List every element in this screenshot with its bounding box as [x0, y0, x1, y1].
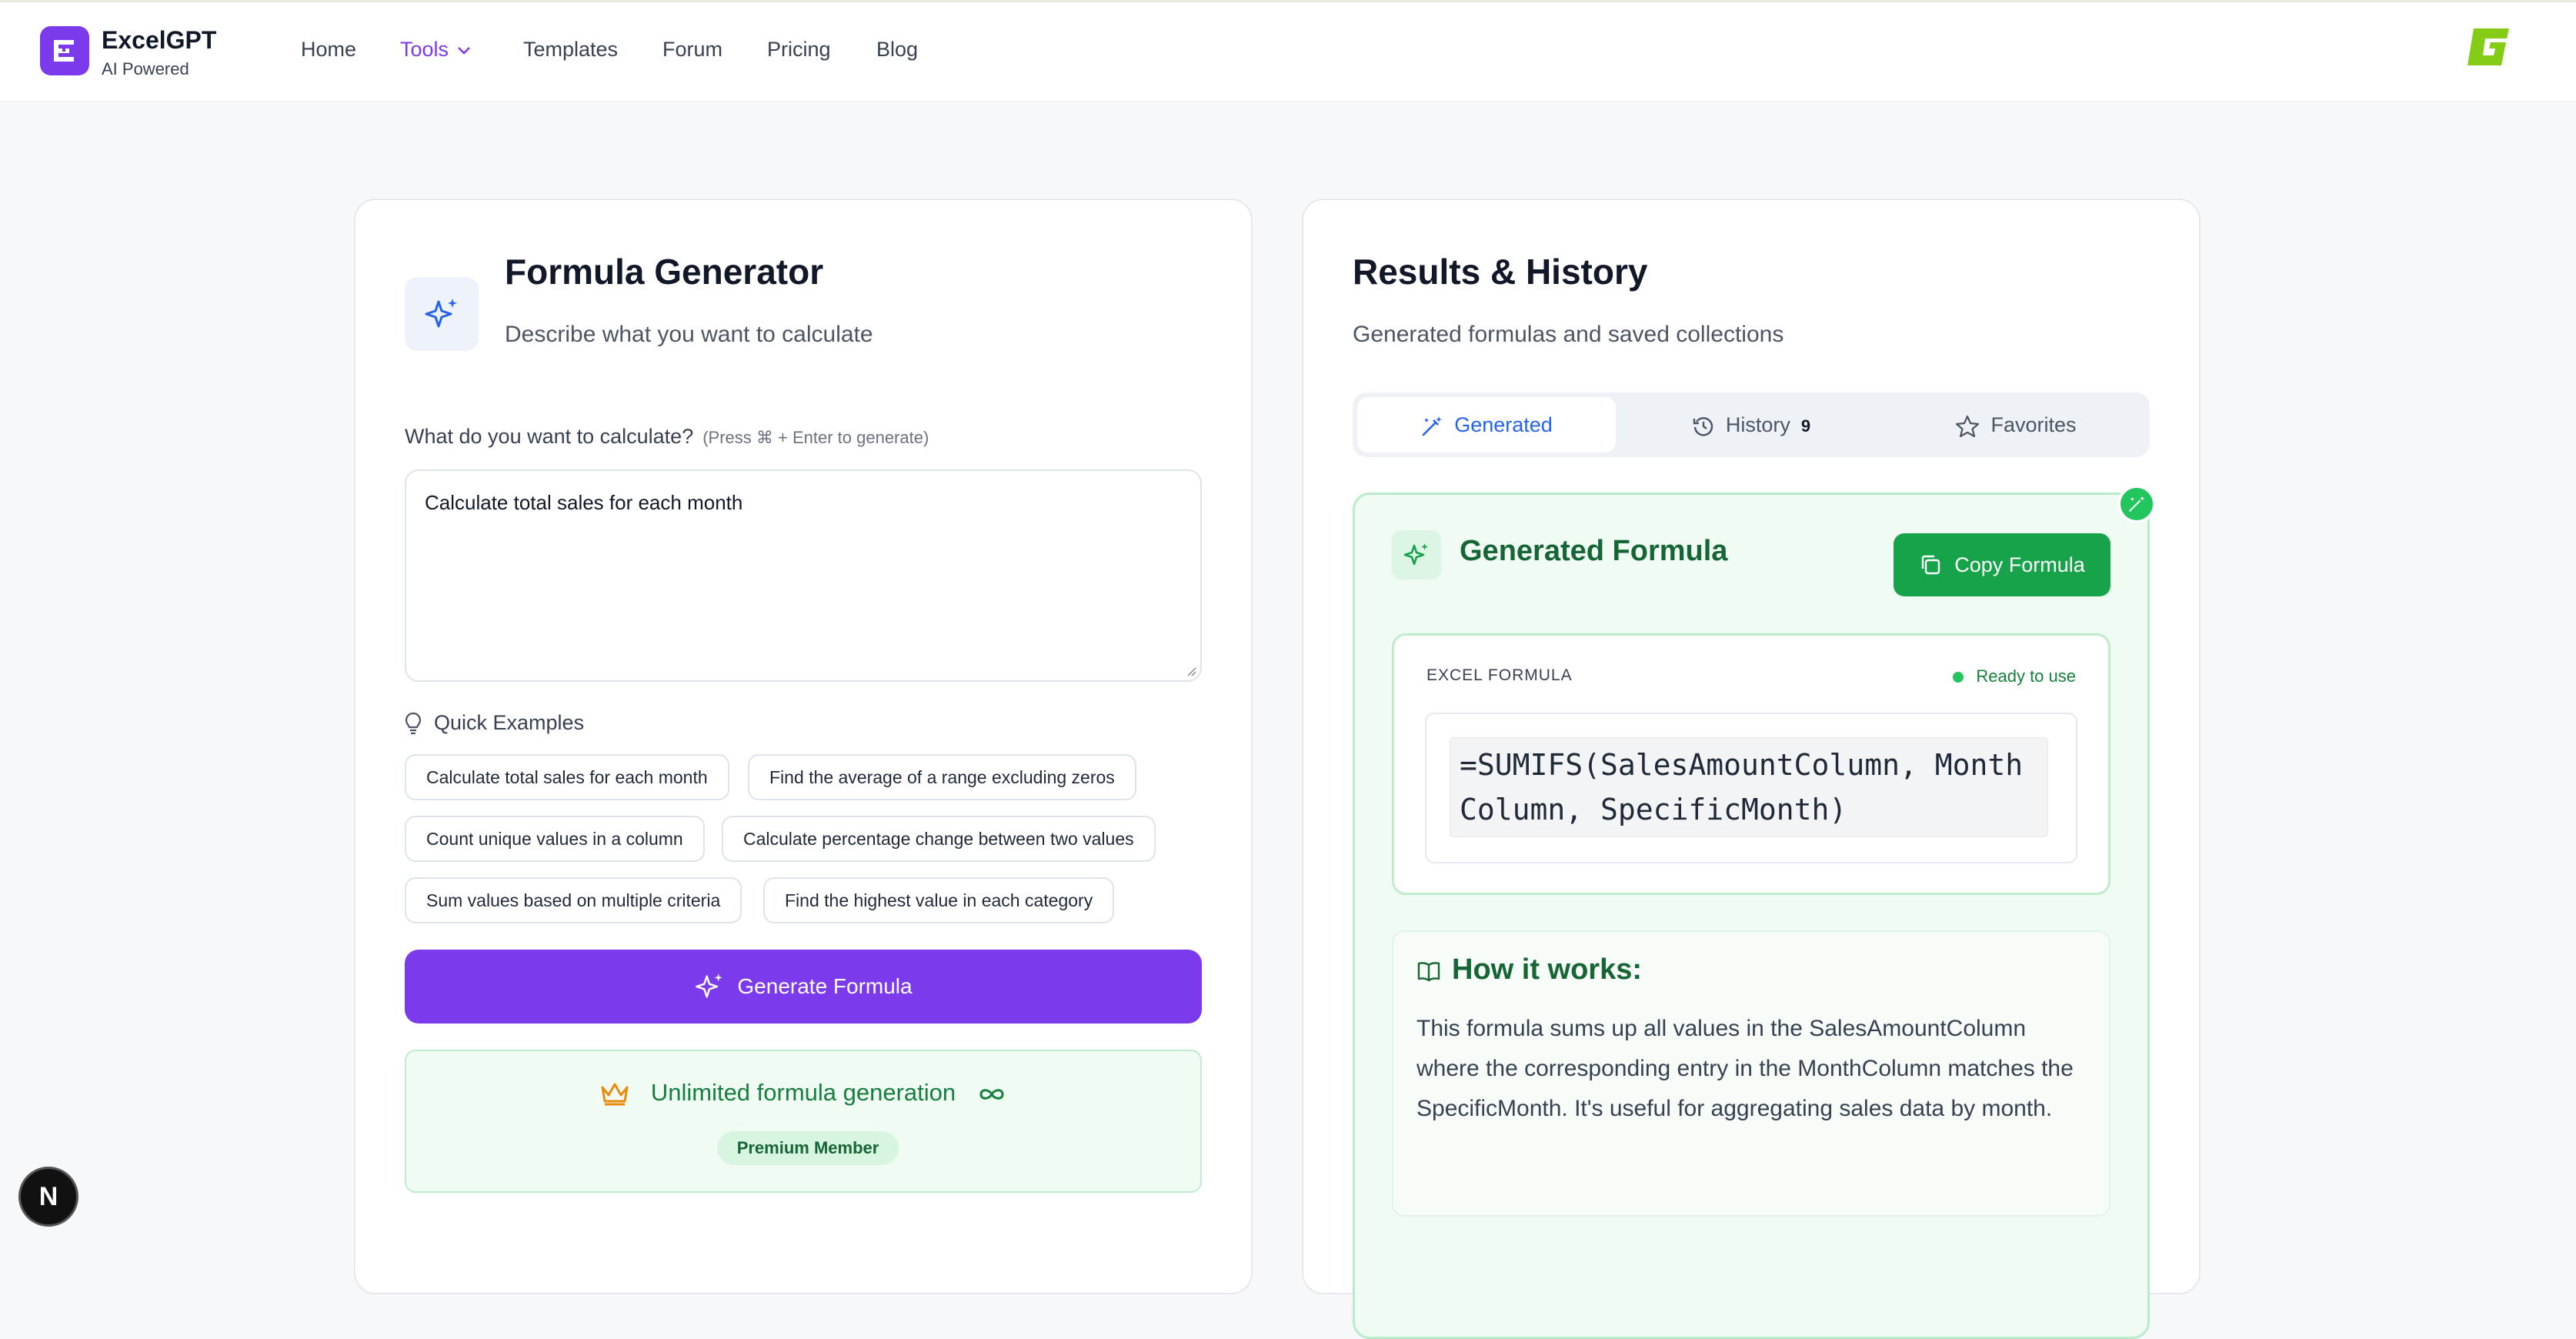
nav-home[interactable]: Home — [301, 38, 356, 62]
magic-wand-icon — [1422, 416, 1443, 436]
history-count-badge: 9 — [1800, 416, 1811, 436]
calculation-textarea[interactable]: Calculate total sales for each month — [405, 469, 1202, 682]
how-title-text: How it works: — [1452, 953, 1643, 986]
tab-favorites-label: Favorites — [1990, 413, 2077, 436]
premium-text: Unlimited formula generation — [650, 1079, 956, 1106]
brand-subtitle: AI Powered — [102, 59, 189, 78]
example-chip[interactable]: Calculate total sales for each month — [405, 754, 729, 800]
formula-code[interactable]: =SUMIFS(SalesAmountColumn, MonthColumn, … — [1450, 737, 2048, 837]
how-it-works-title: How it works: — [1416, 953, 1642, 987]
tab-generated-label: Generated — [1454, 413, 1553, 436]
generated-formula-panel: Generated Formula Copy Formula EXCEL FOR… — [1353, 493, 2150, 1339]
nav-forum[interactable]: Forum — [662, 38, 722, 62]
excel-formula-box: EXCEL FORMULA Ready to use =SUMIFS(Sales… — [1392, 633, 2111, 895]
copy-icon — [1922, 555, 1940, 575]
status-dot-icon — [1953, 672, 1964, 683]
infinity-icon — [979, 1089, 1004, 1100]
history-icon — [1693, 417, 1713, 436]
formula-generator-card: Formula Generator Describe what you want… — [354, 199, 1253, 1294]
dev-tools-badge[interactable]: N — [18, 1167, 78, 1227]
how-it-works-text: This formula sums up all values in the S… — [1416, 1016, 2074, 1121]
ai-sparkle-badge-icon — [2117, 485, 2156, 523]
ready-status-text: Ready to use — [1976, 666, 2076, 686]
quick-examples-heading: Quick Examples — [405, 711, 584, 736]
nav-tools-label: Tools — [400, 38, 449, 61]
excel-formula-label: EXCEL FORMULA — [1426, 666, 1573, 684]
example-chip[interactable]: Sum values based on multiple criteria — [405, 877, 742, 923]
tab-favorites[interactable]: Favorites — [1887, 397, 2145, 452]
premium-panel: Unlimited formula generation Premium Mem… — [405, 1050, 1202, 1193]
example-chip[interactable]: Count unique values in a column — [405, 816, 705, 862]
example-chip[interactable]: Find the average of a range excluding ze… — [748, 754, 1136, 800]
brand-name[interactable]: ExcelGPT — [102, 26, 216, 55]
lightbulb-icon — [405, 712, 422, 734]
nav-templates[interactable]: Templates — [523, 38, 618, 62]
sparkles-icon — [1392, 530, 1441, 579]
example-chip[interactable]: Find the highest value in each category — [763, 877, 1115, 923]
shortcut-hint: (Press ⌘ + Enter to generate) — [702, 428, 929, 447]
premium-line: Unlimited formula generation — [406, 1079, 1200, 1107]
nav-tools[interactable]: Tools — [400, 38, 472, 62]
logo-icon[interactable] — [40, 26, 89, 75]
copy-formula-button[interactable]: Copy Formula — [1894, 533, 2111, 596]
generator-subtitle: Describe what you want to calculate — [505, 322, 873, 347]
generate-formula-button[interactable]: Generate Formula — [405, 950, 1202, 1023]
sparkles-icon — [696, 973, 723, 998]
top-navbar: ExcelGPT AI Powered Home Tools Templates… — [0, 2, 2576, 102]
profile-g-icon[interactable] — [2464, 25, 2511, 68]
generated-formula-title: Generated Formula — [1460, 535, 1728, 567]
ready-status: Ready to use — [1953, 666, 2076, 686]
tab-history-label: History — [1725, 413, 1790, 436]
results-card: Results & History Generated formulas and… — [1302, 199, 2201, 1339]
sparkles-icon — [405, 277, 479, 351]
tab-generated[interactable]: Generated — [1357, 397, 1616, 452]
copy-button-label: Copy Formula — [1954, 553, 2085, 576]
calculate-label-text: What do you want to calculate? — [405, 425, 694, 448]
nav-blog[interactable]: Blog — [876, 38, 918, 62]
formula-container: =SUMIFS(SalesAmountColumn, MonthColumn, … — [1425, 713, 2077, 863]
premium-badge: Premium Member — [717, 1131, 899, 1165]
results-title: Results & History — [1353, 252, 1648, 292]
results-tabs: Generated History 9 Favorites — [1353, 392, 2150, 457]
textarea-value: Calculate total sales for each month — [425, 491, 743, 514]
book-open-icon — [1417, 962, 1440, 982]
crown-icon — [601, 1083, 629, 1106]
star-icon — [1956, 415, 1980, 437]
example-chip[interactable]: Calculate percentage change between two … — [722, 816, 1156, 862]
generate-button-label: Generate Formula — [737, 974, 913, 998]
quick-examples-title: Quick Examples — [434, 711, 585, 734]
nav-pricing[interactable]: Pricing — [767, 38, 831, 62]
chevron-down-icon — [458, 46, 470, 55]
results-subtitle: Generated formulas and saved collections — [1353, 322, 1784, 347]
generator-title: Formula Generator — [505, 252, 824, 292]
how-it-works-panel: How it works: This formula sums up all v… — [1392, 930, 2111, 1217]
resize-handle-icon[interactable] — [1185, 665, 1197, 677]
tab-history[interactable]: History 9 — [1622, 397, 1880, 452]
calculate-label: What do you want to calculate? (Press ⌘ +… — [405, 425, 929, 449]
